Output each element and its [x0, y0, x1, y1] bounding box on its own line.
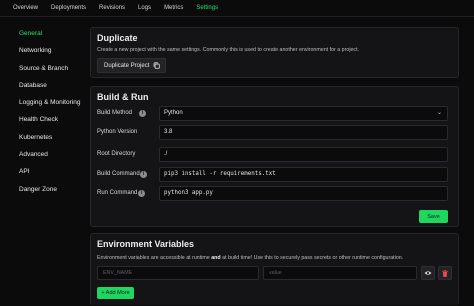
tab-overview[interactable]: Overview: [13, 0, 38, 17]
env-vars-description: Environment variables are accessible at …: [97, 255, 403, 261]
env-vars-card: Environment Variables Environment variab…: [90, 233, 459, 305]
sidebar-item-networking[interactable]: Networking: [0, 42, 90, 59]
sidebar-item-source-branch[interactable]: Source & Branch: [0, 60, 90, 77]
sidebar-item-logging-monitoring[interactable]: Logging & Monitoring: [0, 94, 90, 111]
delete-env-button[interactable]: [438, 266, 452, 280]
duplicate-project-label: Duplicate Project: [104, 62, 150, 69]
tab-logs[interactable]: Logs: [138, 0, 151, 17]
build-run-title: Build & Run: [97, 92, 149, 102]
save-button[interactable]: Save: [419, 210, 448, 223]
build-method-row: Build Method i Python ⌄: [97, 106, 454, 121]
sidebar-item-kubernetes[interactable]: Kubernetes: [0, 129, 90, 146]
build-method-select[interactable]: Python ⌄: [159, 106, 448, 121]
info-icon: i: [138, 190, 145, 197]
env-value-input[interactable]: value: [263, 266, 417, 280]
sidebar-item-api[interactable]: API: [0, 163, 90, 180]
sidebar-item-health-check[interactable]: Health Check: [0, 111, 90, 128]
toggle-visibility-button[interactable]: [421, 266, 435, 280]
build-method-value: Python: [164, 110, 183, 116]
env-desc-text: Environment variables are accessible at …: [97, 255, 212, 261]
build-run-card: Build & Run Build Method i Python ⌄ Pyth…: [90, 86, 459, 227]
sidebar-item-danger-zone[interactable]: Danger Zone: [0, 181, 90, 198]
root-directory-row: Root Directory ./: [97, 147, 454, 162]
duplicate-description: Create a new project with the same setti…: [97, 47, 360, 53]
tab-settings[interactable]: Settings: [196, 0, 218, 17]
add-more-button[interactable]: + Add More: [97, 287, 134, 299]
env-desc-text-end: at build time! Use this to securely pass…: [220, 255, 404, 261]
run-command-row: Run Command i python3 app.py: [97, 186, 454, 201]
settings-sidebar: General Networking Source & Branch Datab…: [0, 25, 90, 198]
root-directory-input[interactable]: ./: [159, 147, 448, 162]
top-nav: Overview Deployments Revisions Logs Metr…: [0, 0, 474, 17]
root-directory-label: Root Directory: [97, 151, 136, 157]
run-command-input[interactable]: python3 app.py: [159, 186, 448, 201]
python-version-label: Python Version: [97, 129, 138, 135]
build-command-label: Build Command: [97, 171, 140, 177]
eye-icon: [424, 270, 432, 276]
trash-icon: [442, 269, 448, 277]
python-version-row: Python Version 3.8: [97, 125, 454, 140]
info-icon: i: [140, 171, 147, 178]
sidebar-item-general[interactable]: General: [0, 25, 90, 42]
sidebar-item-advanced[interactable]: Advanced: [0, 146, 90, 163]
env-desc-bold: and: [211, 255, 221, 261]
build-method-label: Build Method: [97, 110, 133, 116]
python-version-input[interactable]: 3.8: [159, 125, 448, 140]
env-name-input[interactable]: ENV_NAME: [97, 266, 259, 280]
copy-icon: [153, 62, 161, 69]
duplicate-card: Duplicate Create a new project with the …: [90, 27, 459, 78]
tab-metrics[interactable]: Metrics: [164, 0, 183, 17]
sidebar-item-database[interactable]: Database: [0, 77, 90, 94]
chevron-down-icon: ⌄: [436, 110, 442, 116]
build-command-row: Build Command i pip3 install -r requirem…: [97, 167, 454, 182]
info-icon: i: [139, 110, 146, 117]
build-command-input[interactable]: pip3 install -r requirements.txt: [159, 167, 448, 182]
env-vars-title: Environment Variables: [97, 239, 195, 249]
duplicate-project-button[interactable]: Duplicate Project: [97, 58, 166, 73]
tab-revisions[interactable]: Revisions: [99, 0, 125, 17]
run-command-label: Run Command: [97, 190, 138, 196]
duplicate-title: Duplicate: [97, 33, 138, 43]
tab-deployments[interactable]: Deployments: [51, 0, 86, 17]
